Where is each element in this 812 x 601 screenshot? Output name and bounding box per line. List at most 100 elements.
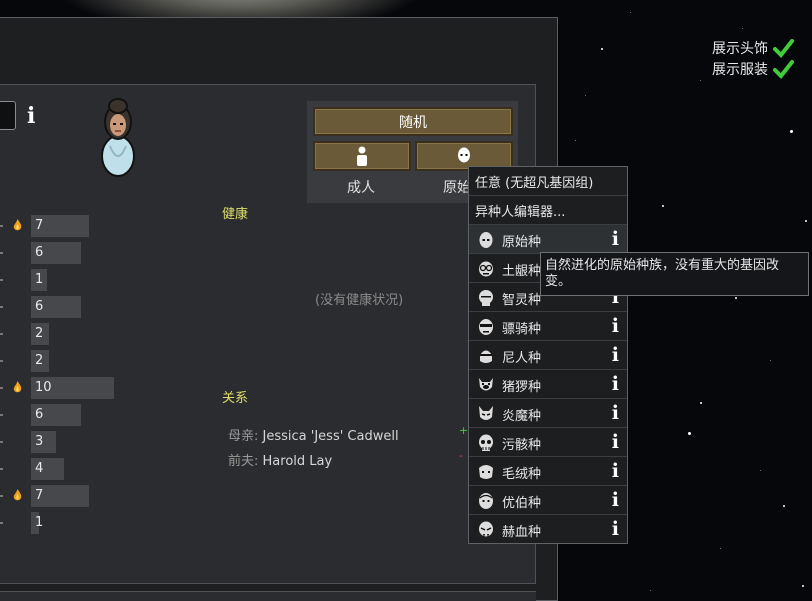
menu-item-xenotype[interactable]: 优伯种 i — [469, 486, 627, 515]
age-stage-button[interactable] — [313, 141, 411, 171]
skill-bar: 6 — [31, 242, 81, 264]
skill-bar: 1 — [31, 269, 47, 291]
opinion-positive-marker: + — [459, 424, 469, 437]
skill-bar: 3 — [31, 431, 56, 453]
passion-flame-icon — [13, 489, 22, 501]
checkmark-icon — [773, 60, 794, 80]
menu-item-xenotype[interactable]: 炎魔种 i — [469, 399, 627, 428]
menu-item-xenotype-editor[interactable]: 异种人编辑器... — [469, 196, 627, 225]
relations-title: 关系 — [222, 391, 249, 406]
skill-value: 4 — [35, 461, 44, 476]
xenotype-dropdown-menu: 任意 (无超凡基因组) 异种人编辑器... 原始种 i 土龈种 i 智灵种 i 骠骑种… — [468, 166, 628, 544]
toggle-label: 展示头饰 — [712, 41, 768, 57]
relation-type: 前夫: — [228, 454, 259, 469]
skill-value: 1 — [35, 515, 44, 530]
baseliner-icon — [458, 147, 470, 163]
menu-item-label: 污骸种 — [502, 438, 542, 453]
randomize-label: 随机 — [399, 114, 427, 131]
menu-item-label: 任意 (无超凡基因组) — [475, 175, 594, 191]
menu-item-xenotype[interactable]: 猪猡种 i — [469, 370, 627, 399]
genie-icon — [479, 290, 493, 306]
hussar-icon — [479, 319, 493, 335]
menu-item-label: 异种人编辑器... — [475, 204, 566, 220]
info-icon[interactable]: i — [612, 315, 619, 337]
skill-value: 7 — [35, 488, 44, 503]
skill-bar: 2 — [31, 323, 49, 345]
info-icon[interactable]: i — [612, 344, 619, 366]
skill-bar: 4 — [31, 458, 64, 480]
skill-bar: 2 — [31, 350, 49, 372]
relation-row[interactable]: 前夫: Harold Lay — [228, 450, 332, 469]
skill-bar: 10 — [31, 377, 114, 399]
skill-value: 2 — [35, 326, 44, 341]
passion-flame-icon — [13, 219, 22, 231]
opinion-negative-marker: - — [459, 449, 463, 462]
yttakin-icon — [479, 465, 493, 479]
skill-bar: 7 — [31, 485, 89, 507]
pigskin-icon — [479, 378, 493, 391]
relation-name: Jessica 'Jess' Cadwell — [262, 429, 399, 444]
health-empty-text: (没有健康状况) — [315, 293, 404, 308]
adult-icon — [357, 146, 367, 166]
neanderthal-icon — [480, 350, 492, 363]
menu-item-xenotype[interactable]: 尼人种 i — [469, 341, 627, 370]
skill-value: 7 — [35, 218, 44, 233]
menu-item-label: 智灵种 — [502, 293, 542, 308]
skill-value: 10 — [35, 380, 52, 395]
skill-value: 2 — [35, 353, 44, 368]
menu-item-label: 炎魔种 — [502, 409, 542, 424]
skill-value: 6 — [35, 407, 44, 422]
relation-name: Harold Lay — [262, 454, 333, 469]
passion-flame-icon — [13, 381, 22, 393]
relation-type: 母亲: — [228, 429, 259, 444]
skill-value: 3 — [35, 434, 44, 449]
menu-item-any[interactable]: 任意 (无超凡基因组) — [469, 167, 627, 196]
menu-item-xenotype[interactable]: 赫血种 i — [469, 515, 627, 544]
toggle-show-headgear[interactable]: 展示头饰 — [712, 37, 794, 59]
skill-bar: 6 — [31, 296, 81, 318]
toggle-show-apparel[interactable]: 展示服装 — [712, 58, 794, 80]
health-title: 健康 — [222, 207, 249, 222]
menu-item-xenotype[interactable]: 骠骑种 i — [469, 312, 627, 341]
relation-row[interactable]: 母亲: Jessica 'Jess' Cadwell — [228, 425, 399, 444]
info-icon[interactable]: i — [612, 489, 619, 511]
menu-item-label: 骠骑种 — [502, 322, 542, 337]
waster-icon — [479, 434, 493, 451]
baseliner-icon — [479, 232, 493, 248]
highmate-icon — [479, 493, 493, 509]
randomize-button[interactable]: 随机 — [313, 107, 513, 136]
menu-item-label: 赫血种 — [502, 525, 542, 540]
menu-item-label: 猪猡种 — [502, 380, 542, 395]
info-icon[interactable]: i — [27, 103, 35, 129]
menu-item-label: 优伯种 — [502, 496, 542, 511]
sanguophage-icon — [479, 521, 493, 537]
menu-item-label: 尼人种 — [502, 351, 542, 366]
info-icon[interactable]: i — [612, 228, 619, 250]
checkmark-icon — [773, 39, 794, 59]
skill-bar: 6 — [31, 404, 81, 426]
pawn-portrait[interactable] — [96, 96, 140, 178]
skill-bar: 7 — [31, 215, 89, 237]
info-icon[interactable]: i — [612, 373, 619, 395]
info-icon[interactable]: i — [612, 460, 619, 482]
info-icon[interactable]: i — [612, 402, 619, 424]
skill-value: 1 — [35, 272, 44, 287]
info-icon[interactable]: i — [612, 518, 619, 540]
skill-bar: 1 — [31, 512, 43, 534]
menu-item-xenotype[interactable]: 原始种 i — [469, 225, 627, 254]
menu-item-xenotype[interactable]: 毛绒种 i — [469, 457, 627, 486]
xenotype-tooltip: 自然进化的原始种族，没有重大的基因改变。 — [540, 252, 809, 296]
menu-item-label: 土龈种 — [502, 264, 542, 279]
info-icon[interactable]: i — [612, 431, 619, 453]
age-stage-caption: 成人 — [347, 180, 375, 196]
dirtmole-icon — [479, 261, 493, 277]
menu-item-xenotype[interactable]: 污骸种 i — [469, 428, 627, 457]
name-input[interactable] — [0, 101, 16, 130]
toggle-label: 展示服装 — [712, 62, 768, 78]
bottom-panel-edge — [0, 591, 536, 601]
skill-value: 6 — [35, 245, 44, 260]
menu-item-label: 原始种 — [502, 235, 542, 250]
menu-item-label: 毛绒种 — [502, 467, 542, 482]
skill-value: 6 — [35, 299, 44, 314]
impid-icon — [479, 406, 493, 420]
